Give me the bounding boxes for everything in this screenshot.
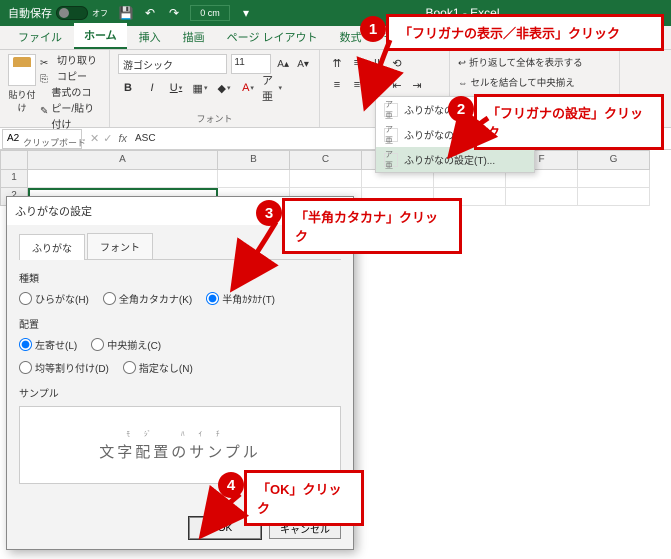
- redo-icon[interactable]: ↷: [166, 5, 182, 21]
- fx-enter-icon[interactable]: ✓: [103, 132, 112, 145]
- radio-hiragana[interactable]: ひらがな(H): [19, 291, 89, 306]
- callout-4: 「OK」クリック: [244, 470, 364, 526]
- cell-G1[interactable]: [578, 170, 650, 188]
- radio-left[interactable]: 左寄せ(L): [19, 337, 77, 352]
- badge-3: 3: [256, 200, 282, 226]
- arrow-3: [236, 222, 286, 285]
- qat-more-icon[interactable]: ▾: [238, 5, 254, 21]
- italic-button[interactable]: I: [142, 78, 162, 98]
- radio-distributed[interactable]: 均等割り付け(D): [19, 360, 109, 375]
- bold-button[interactable]: B: [118, 78, 138, 98]
- tab-home[interactable]: ホーム: [74, 23, 127, 49]
- clipboard-group: 貼り付け ✂切り取り ⎘コピー ✎書式のコピー/貼り付け クリップボード: [0, 50, 110, 127]
- font-name-select[interactable]: 游ゴシック: [118, 54, 227, 74]
- cell-C1[interactable]: [290, 170, 362, 188]
- font-size-select[interactable]: 11: [231, 54, 271, 74]
- align-section-label: 配置: [19, 316, 341, 331]
- col-G[interactable]: G: [578, 150, 650, 170]
- font-group: 游ゴシック 11 A▴ A▾ B I U▾ ▦▾ ◆▾ A▾ ア亜▾ フォント: [110, 50, 320, 127]
- scissors-icon: ✂: [40, 56, 54, 68]
- fx-icon[interactable]: fx: [118, 133, 127, 145]
- tab-furigana[interactable]: ふりがな: [19, 234, 85, 260]
- undo-icon[interactable]: ↶: [142, 5, 158, 21]
- col-C[interactable]: C: [290, 150, 362, 170]
- cell-B1[interactable]: [218, 170, 290, 188]
- brush-icon: ✎: [40, 104, 48, 116]
- radio-center[interactable]: 中央揃え(C): [91, 337, 161, 352]
- align-top-icon[interactable]: ⇈: [328, 54, 346, 72]
- select-all-corner[interactable]: [0, 150, 28, 170]
- cell-G2[interactable]: [578, 188, 650, 206]
- quick-access-toolbar: 💾 ↶ ↷ 0 cm ▾: [118, 5, 254, 21]
- fill-color-button[interactable]: ◆▾: [214, 78, 234, 98]
- merge-icon: ⇔: [458, 74, 468, 94]
- toggle-pill[interactable]: [56, 6, 88, 20]
- radio-hankaku[interactable]: 半角ｶﾀｶﾅ(T): [206, 291, 275, 306]
- badge-2: 2: [448, 96, 474, 122]
- phonetic-show-icon: ア亜: [384, 103, 398, 117]
- merge-center-button[interactable]: ⇔セルを結合して中央揃え: [458, 74, 611, 94]
- autosave-off: オフ: [92, 8, 108, 19]
- phonetic-edit-icon: ア亜: [384, 128, 398, 142]
- menu-phonetic-settings[interactable]: ア亜ふりがなの設定(T)...: [376, 147, 534, 172]
- arrow-2: [458, 118, 498, 161]
- sample-section-label: サンプル: [19, 385, 341, 400]
- tab-font[interactable]: フォント: [87, 233, 153, 259]
- radio-zenkaku[interactable]: 全角カタカナ(K): [103, 291, 192, 306]
- row-1[interactable]: 1: [0, 170, 28, 188]
- radio-none[interactable]: 指定なし(N): [123, 360, 193, 375]
- tab-insert[interactable]: 挿入: [129, 25, 171, 49]
- underline-button[interactable]: U▾: [166, 78, 186, 98]
- callout-3: 「半角カタカナ」クリック: [282, 198, 462, 254]
- phonetic-settings-icon: ア亜: [384, 153, 398, 167]
- paste-button[interactable]: 貼り付け: [8, 54, 36, 134]
- indent-inc-icon[interactable]: ⇥: [408, 76, 426, 94]
- format-painter-button[interactable]: ✎書式のコピー/貼り付け: [40, 86, 101, 134]
- border-button[interactable]: ▦▾: [190, 78, 210, 98]
- dialog-title: ふりがなの設定: [15, 203, 92, 219]
- autosave-toggle[interactable]: 自動保存 オフ: [8, 5, 108, 21]
- arrow-1: [350, 40, 400, 103]
- wrap-icon: ↩: [458, 54, 466, 74]
- cell-F2[interactable]: [506, 188, 578, 206]
- paste-icon: [8, 54, 36, 86]
- callout-1: 「フリガナの表示／非表示」クリック: [386, 14, 664, 51]
- sample-text: 文字配置のサンプル: [99, 441, 261, 462]
- badge-1: 1: [360, 16, 386, 42]
- tab-file[interactable]: ファイル: [8, 25, 72, 49]
- callout-2: 「フリガナの設定」クリック: [474, 94, 664, 150]
- tab-draw[interactable]: 描画: [173, 25, 215, 49]
- copy-button[interactable]: ⎘コピー: [40, 70, 101, 86]
- save-icon[interactable]: 💾: [118, 5, 134, 21]
- cut-button[interactable]: ✂切り取り: [40, 54, 101, 70]
- badge-4: 4: [218, 472, 244, 498]
- align-left-icon[interactable]: ≡: [328, 76, 346, 94]
- copy-icon: ⎘: [40, 72, 54, 84]
- cm-box: 0 cm: [190, 5, 230, 21]
- col-A[interactable]: A: [28, 150, 218, 170]
- tab-layout[interactable]: ページ レイアウト: [217, 25, 328, 49]
- arrow-4: [210, 494, 250, 537]
- sample-ruby: ﾓｼﾞ ﾊｲﾁ: [127, 429, 234, 439]
- col-B[interactable]: B: [218, 150, 290, 170]
- font-label: フォント: [118, 110, 311, 125]
- paste-label: 貼り付け: [8, 88, 36, 114]
- increase-font-icon[interactable]: A▴: [275, 56, 291, 72]
- wrap-text-button[interactable]: ↩折り返して全体を表示する: [458, 54, 611, 74]
- autosave-label: 自動保存: [8, 5, 52, 21]
- type-section-label: 種類: [19, 270, 341, 285]
- phonetic-button[interactable]: ア亜▾: [262, 78, 282, 98]
- decrease-font-icon[interactable]: A▾: [295, 56, 311, 72]
- cell-A1[interactable]: [28, 170, 218, 188]
- font-color-button[interactable]: A▾: [238, 78, 258, 98]
- clipboard-label: クリップボード: [8, 134, 101, 149]
